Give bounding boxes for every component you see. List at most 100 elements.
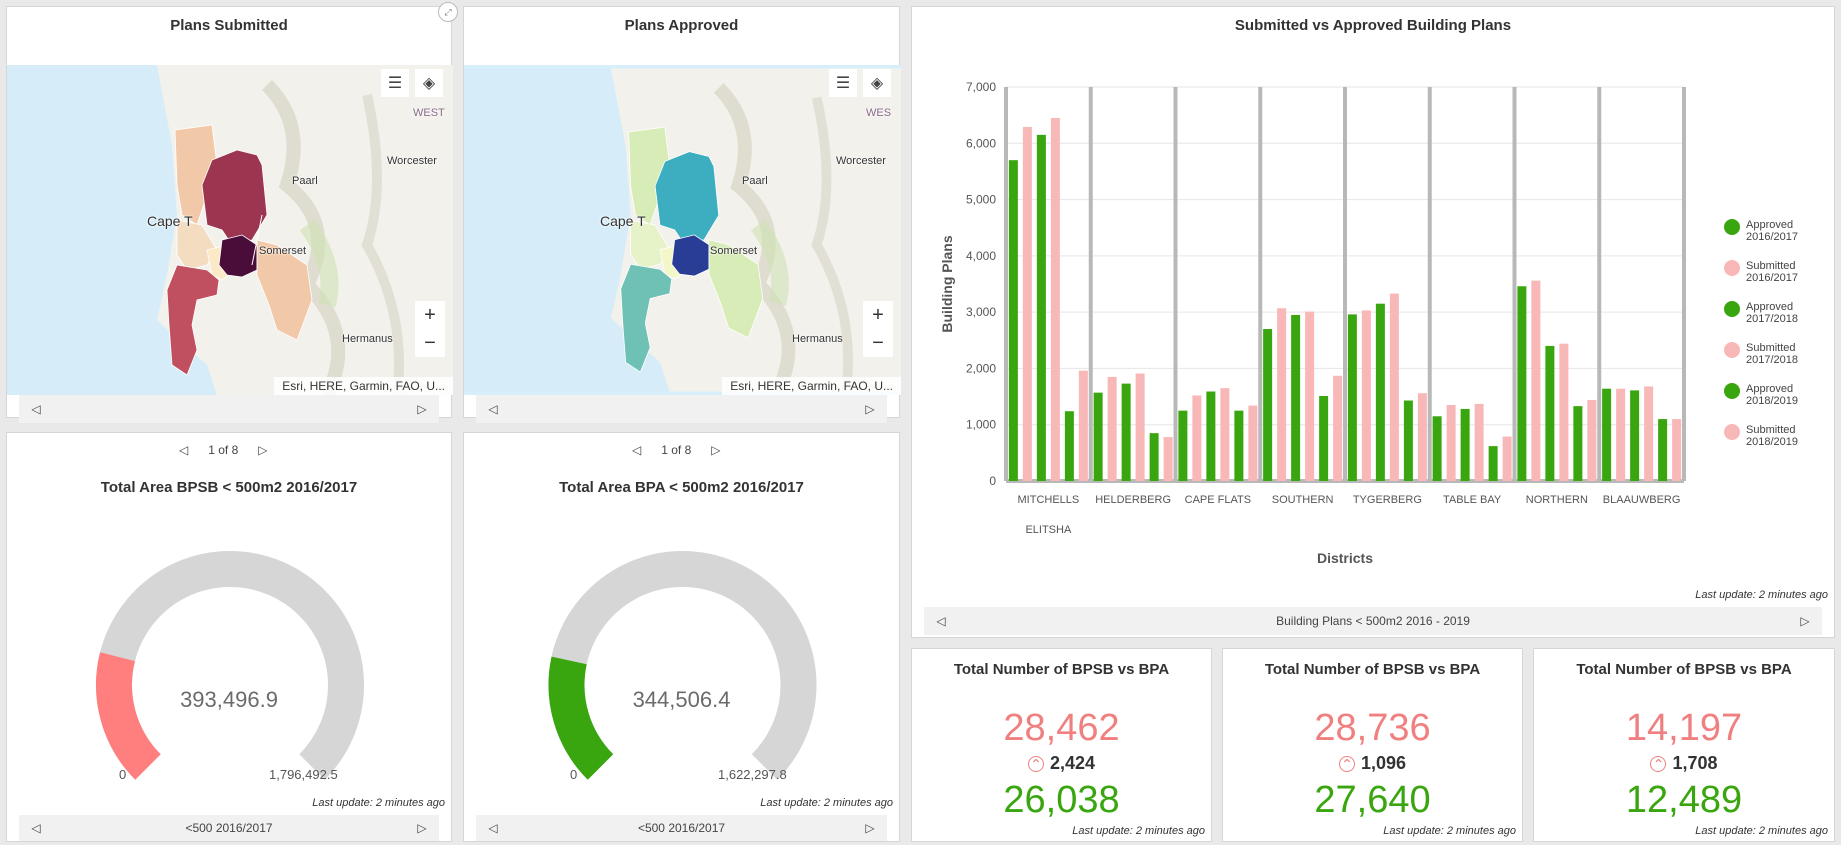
bar[interactable] (1121, 383, 1131, 481)
bar[interactable] (1389, 293, 1399, 481)
prev-arrow-icon[interactable]: ◁ (29, 821, 43, 835)
bar[interactable] (1008, 160, 1018, 481)
next-arrow-icon[interactable]: ▷ (415, 821, 429, 835)
legend-list-icon[interactable]: ☰ (829, 69, 857, 97)
gauge-min-label: 0 (570, 767, 578, 782)
bar[interactable] (1531, 280, 1541, 481)
zoom-out-button[interactable]: − (415, 329, 445, 357)
chart-title: Submitted vs Approved Building Plans (1234, 17, 1512, 34)
bar[interactable] (1078, 370, 1088, 481)
legend-item[interactable]: Approved 2017/2018 (1724, 301, 1798, 325)
map-view[interactable]: Paarl Worcester Cape T Somerset Hermanus… (464, 65, 901, 395)
bar[interactable] (1616, 388, 1626, 481)
bar[interactable] (1192, 395, 1202, 481)
bar[interactable] (1403, 400, 1413, 481)
bar[interactable] (1093, 392, 1103, 481)
legend-item[interactable]: Submitted 2016/2017 (1724, 260, 1798, 284)
prev-arrow-icon[interactable]: ◁ (934, 614, 948, 628)
bar[interactable] (1163, 437, 1173, 481)
zoom-in-button[interactable]: + (415, 301, 445, 329)
bar[interactable] (1305, 311, 1315, 481)
bar[interactable] (1333, 375, 1343, 481)
gauge-panel-bpsb: ◁ 1 of 8 ▷ Total Area BPSB < 500m2 2016/… (6, 432, 452, 842)
indicator-panel-1: Total Number of BPSB vs BPA 28,462 ⌃ 2,42… (911, 648, 1212, 842)
expand-icon[interactable]: ⤢ (438, 2, 458, 22)
prev-arrow-icon[interactable]: ◁ (29, 402, 43, 416)
gauge-pager: ◁ 1 of 8 ▷ (632, 443, 721, 457)
map-region[interactable] (671, 234, 710, 277)
bar[interactable] (1248, 405, 1258, 481)
legend-item[interactable]: Submitted 2017/2018 (1724, 342, 1798, 366)
next-arrow-icon[interactable]: ▷ (863, 821, 877, 835)
legend-item[interactable]: Submitted 2018/2019 (1724, 424, 1798, 448)
bar[interactable] (1644, 386, 1654, 481)
panel-title: Total Number of BPSB vs BPA (1576, 661, 1792, 678)
x-tick-label: HELDERBERG (1095, 494, 1171, 506)
bar[interactable] (1417, 393, 1427, 481)
bar[interactable] (1432, 416, 1442, 481)
indicator-submitted-value: 28,462 (1003, 707, 1120, 749)
layers-icon[interactable]: ◈ (415, 69, 443, 97)
next-arrow-icon[interactable]: ▷ (863, 402, 877, 416)
zoom-out-button[interactable]: − (863, 329, 893, 357)
bar[interactable] (1545, 345, 1555, 481)
map-view[interactable]: Paarl Worcester Cape T Somerset Hermanus… (7, 65, 453, 395)
page-indicator: 1 of 8 (661, 443, 692, 457)
indicator-delta: ⌃ 1,708 (1534, 753, 1834, 774)
bar[interactable] (1474, 403, 1484, 481)
next-arrow-icon[interactable]: ▷ (258, 443, 267, 457)
legend-swatch (1724, 383, 1740, 399)
legend-item[interactable]: Approved 2016/2017 (1724, 219, 1798, 243)
bar[interactable] (1573, 406, 1583, 481)
bar[interactable] (1446, 405, 1456, 481)
zoom-in-button[interactable]: + (863, 301, 893, 329)
bar[interactable] (1488, 446, 1498, 481)
next-arrow-icon[interactable]: ▷ (1798, 614, 1812, 628)
bar[interactable] (1517, 286, 1527, 481)
footer-label: <500 2016/2017 (637, 821, 726, 835)
bar[interactable] (1135, 373, 1145, 481)
indicator-approved-value: 12,489 (1625, 779, 1743, 821)
bar[interactable] (1559, 343, 1569, 481)
bar[interactable] (1672, 419, 1682, 481)
bar[interactable] (1178, 410, 1188, 481)
legend-item[interactable]: Approved 2018/2019 (1724, 383, 1798, 407)
prev-arrow-icon[interactable]: ◁ (179, 443, 188, 457)
bar[interactable] (1234, 410, 1244, 481)
gauge-max-label: 1,622,297.8 (718, 767, 787, 782)
legend-list-icon[interactable]: ☰ (381, 69, 409, 97)
bar[interactable] (1630, 390, 1640, 481)
bar[interactable] (1291, 314, 1301, 481)
map-attribution: Esri, HERE, Garmin, FAO, U... (274, 377, 453, 395)
bar[interactable] (1658, 419, 1668, 481)
layers-icon[interactable]: ◈ (863, 69, 891, 97)
bar[interactable] (1022, 126, 1032, 481)
map-region[interactable] (218, 234, 258, 278)
bar[interactable] (1036, 134, 1046, 481)
bar[interactable] (1277, 308, 1287, 481)
gauge-track (548, 551, 817, 780)
bar[interactable] (1220, 388, 1230, 481)
next-arrow-icon[interactable]: ▷ (711, 443, 720, 457)
bar[interactable] (1602, 388, 1612, 481)
bar[interactable] (1361, 310, 1371, 481)
gauge-chart (96, 551, 364, 780)
bar[interactable] (1206, 391, 1216, 481)
prev-arrow-icon[interactable]: ◁ (486, 402, 500, 416)
chart-panel: Submitted vs Approved Building Plans 0 1,… (911, 6, 1835, 638)
bar[interactable] (1319, 396, 1329, 481)
bar[interactable] (1263, 329, 1273, 481)
bar[interactable] (1107, 376, 1117, 481)
bar[interactable] (1050, 117, 1060, 481)
bar[interactable] (1064, 411, 1074, 481)
x-axis-title: Districts (1317, 550, 1373, 566)
prev-arrow-icon[interactable]: ◁ (486, 821, 500, 835)
prev-arrow-icon[interactable]: ◁ (632, 443, 641, 457)
bar[interactable] (1587, 399, 1597, 481)
bar[interactable] (1460, 408, 1470, 481)
bar[interactable] (1502, 436, 1512, 481)
bar[interactable] (1347, 314, 1357, 481)
bar[interactable] (1149, 433, 1159, 481)
next-arrow-icon[interactable]: ▷ (415, 402, 429, 416)
bar[interactable] (1375, 303, 1385, 481)
